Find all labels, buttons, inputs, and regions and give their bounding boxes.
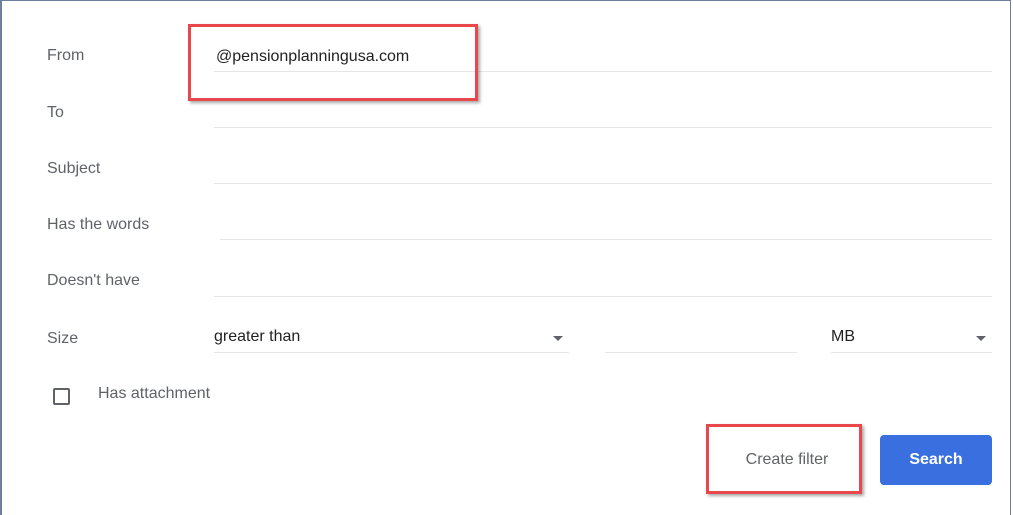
to-field[interactable] [214,98,992,128]
create-filter-button[interactable]: Create filter [718,436,856,484]
search-filter-panel: From To Subject Has the words Doesn't ha… [0,0,1011,515]
from-label: From [47,47,85,64]
chevron-down-icon [976,336,986,341]
size-amount-field[interactable] [605,323,797,353]
subject-label: Subject [47,160,101,177]
size-label: Size [47,330,79,347]
subject-field[interactable] [214,154,992,184]
doesnt-have-field[interactable] [214,267,992,297]
size-comparator-select[interactable]: greater than [214,323,569,353]
has-attachment-label: Has attachment [98,385,211,402]
search-button[interactable]: Search [880,435,992,485]
size-unit-value: MB [831,328,855,345]
has-attachment-checkbox[interactable] [53,388,70,405]
size-unit-select[interactable]: MB [831,323,992,353]
size-comparator-value: greater than [214,328,301,345]
has-words-label: Has the words [47,216,150,233]
chevron-down-icon [553,336,563,341]
doesnt-have-label: Doesn't have [47,272,140,289]
has-words-field[interactable] [220,210,992,240]
to-label: To [47,104,64,121]
from-field[interactable] [214,42,992,72]
